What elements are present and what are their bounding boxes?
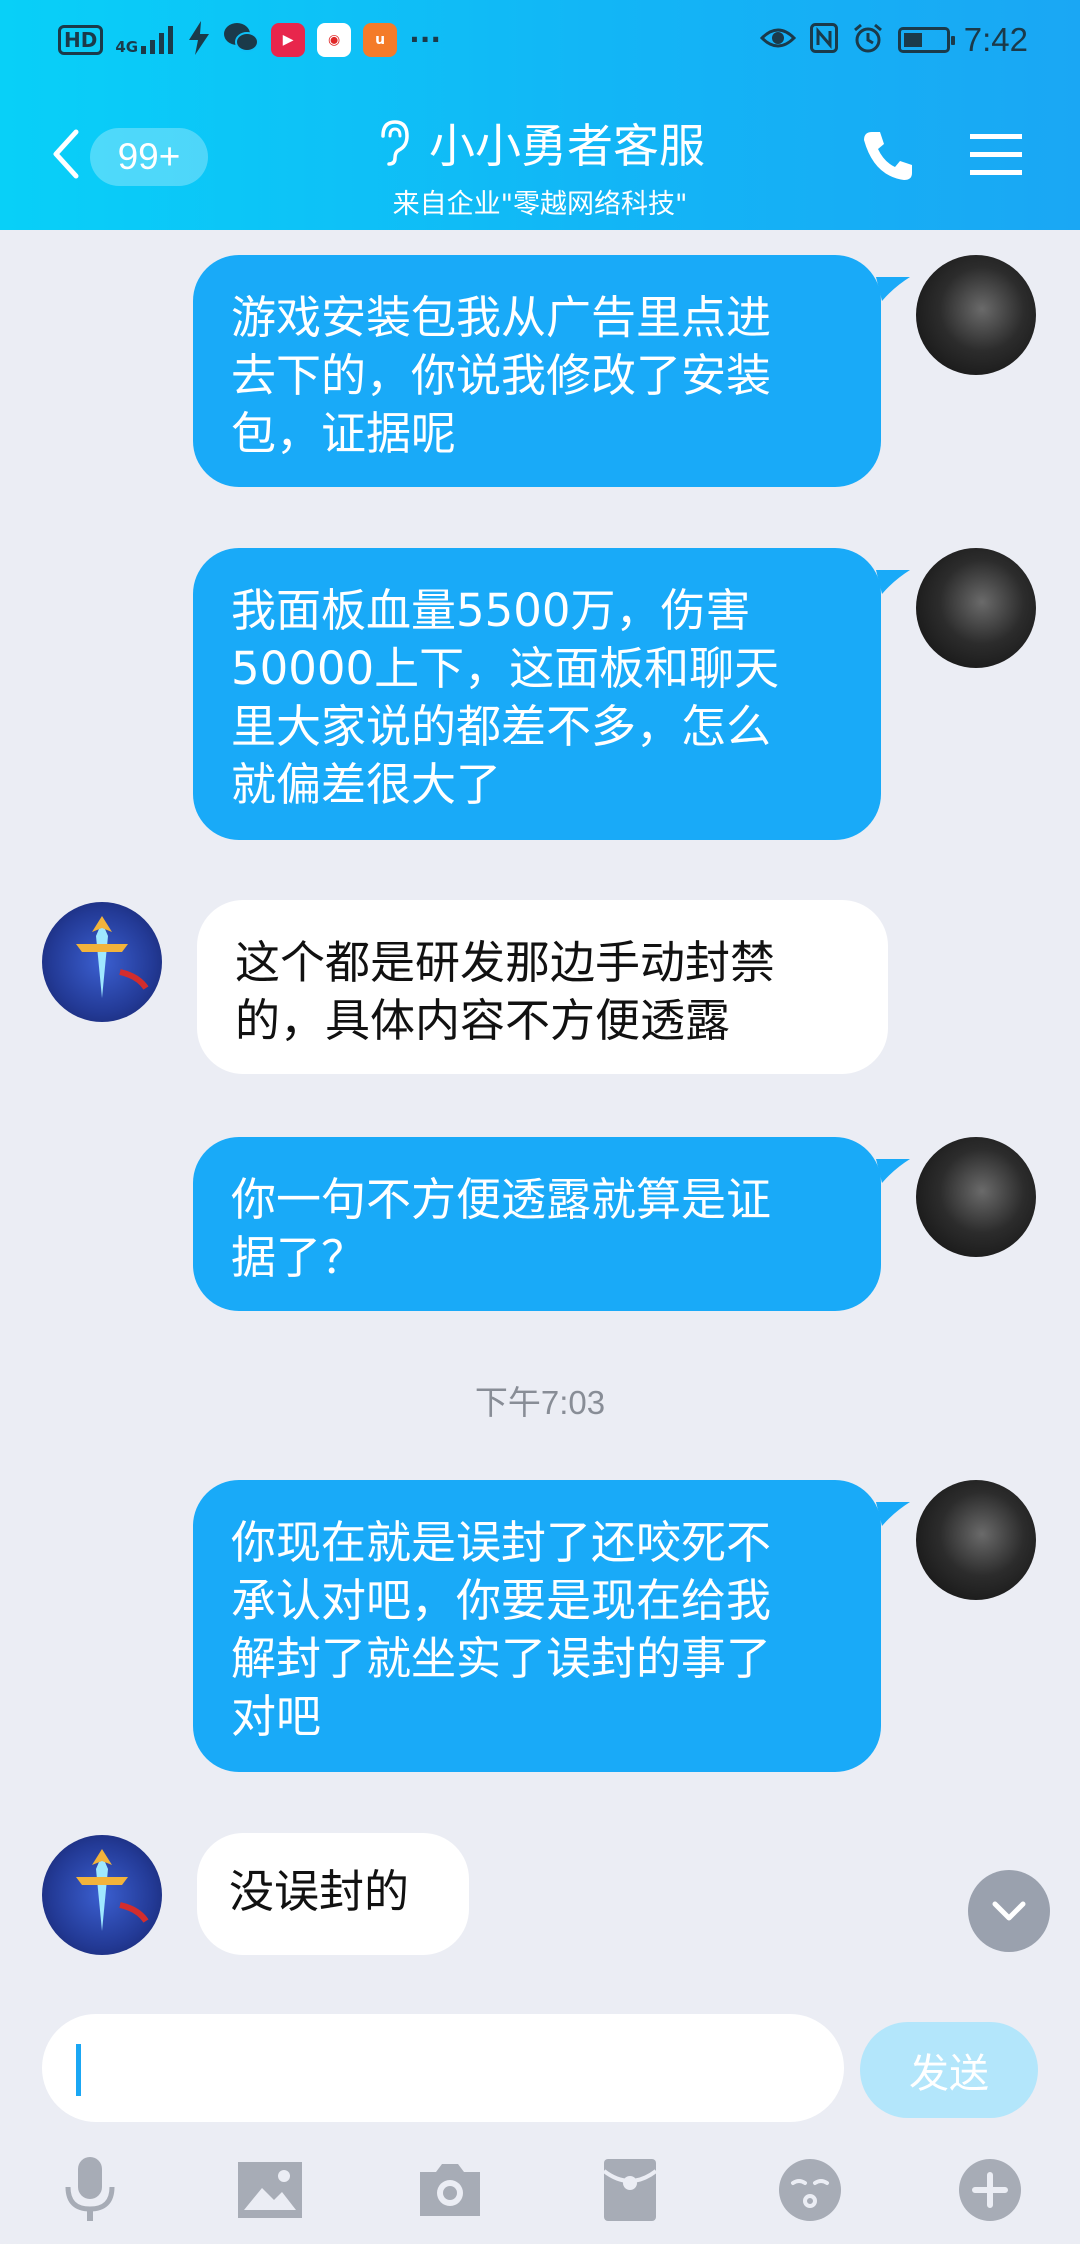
message-line: 我面板血量5500万，伤害 [231,584,751,637]
emoji-button[interactable] [772,2152,848,2228]
plus-circle-icon [959,2159,1021,2221]
red-packet-button[interactable] [592,2152,668,2228]
red-packet-icon [602,2159,658,2221]
input-bar: 发送 [0,2000,1080,2244]
chat-title-block[interactable]: 小小勇者客服 来自企业"零越网络科技" [320,110,760,221]
message-bubble[interactable]: 你一句不方便透露就算是证 据了？ [193,1137,881,1311]
hamburger-menu-icon [970,134,1022,175]
message-bubble[interactable]: 你现在就是误封了还咬死不 承认对吧，你要是现在给我 解封了就坐实了误封的事了 对… [193,1480,881,1772]
nav-bar: 99+ 小小勇者客服 来自企业"零越网络科技" [0,100,1080,220]
message-bubble[interactable]: 我面板血量5500万，伤害 50000上下，这面板和聊天 里大家说的都差不多，怎… [193,548,881,840]
send-button[interactable]: 发送 [860,2022,1038,2118]
message-bubble[interactable]: 没误封的 [197,1833,469,1955]
message-line: 里大家说的都差不多，怎么 [231,700,772,753]
message-line: 的，具体内容不方便透露 [235,994,731,1047]
my-avatar[interactable] [916,255,1036,375]
message-line: 就偏差很大了 [231,758,502,811]
message-line: 你一句不方便透露就算是证 [231,1173,772,1226]
microphone-icon [65,2157,115,2221]
agent-avatar[interactable] [42,902,162,1022]
message-line: 去下的，你说我修改了安装 [231,349,772,402]
call-button[interactable] [858,126,918,186]
message-outgoing: 游戏安装包我从广告里点进 去下的，你说我修改了安装 包，证据呢 [0,255,1080,495]
message-bubble[interactable]: 这个都是研发那边手动封禁 的，具体内容不方便透露 [197,900,888,1074]
battery-icon [897,27,955,53]
message-bubble[interactable]: 游戏安装包我从广告里点进 去下的，你说我修改了安装 包，证据呢 [193,255,881,487]
nfc-icon [809,23,838,57]
signal-icon: 4G [115,26,175,56]
page-subtitle: 来自企业"零越网络科技" [392,189,688,220]
my-avatar[interactable] [916,1137,1036,1257]
page-title: 小小勇者客服 [429,119,705,173]
weibo-app-icon: ◉ [317,23,352,57]
more-button[interactable] [952,2152,1028,2228]
eye-comfort-icon [759,24,796,56]
agent-avatar[interactable] [42,1835,162,1955]
bubble-tail [876,277,910,301]
camera-button[interactable] [412,2152,488,2228]
message-outgoing: 我面板血量5500万，伤害 50000上下，这面板和聊天 里大家说的都差不多，怎… [0,548,1080,848]
hd-badge: HD [58,25,104,55]
network-type: 4G [115,38,139,56]
message-line: 对吧 [231,1690,322,1743]
message-incoming: 没误封的 [0,1833,1080,1963]
message-line: 50000上下，这面板和聊天 [231,642,780,695]
my-avatar[interactable] [916,548,1036,668]
sword-logo-icon [76,1849,149,1931]
wechat-icon [223,22,260,58]
message-timestamp: 下午7:03 [474,1384,606,1421]
message-outgoing: 你一句不方便透露就算是证 据了？ [0,1137,1080,1317]
message-input[interactable] [42,2014,844,2122]
back-button[interactable] [44,124,94,184]
message-line: 解封了就坐实了误封的事了 [231,1632,772,1685]
message-line: 这个都是研发那边手动封禁 [235,936,776,989]
message-line: 包，证据呢 [231,407,457,460]
message-line: 据了？ [231,1231,367,1284]
unread-count-badge[interactable]: 99+ [90,128,208,186]
chevron-left-icon [53,129,79,179]
menu-button[interactable] [968,130,1024,180]
camera-icon [420,2164,480,2216]
clock: 7:42 [963,21,1028,58]
message-line: 游戏安装包我从广告里点进 [231,291,772,344]
emoji-icon [779,2159,841,2221]
text-caret [76,2044,81,2096]
message-outgoing: 你现在就是误封了还咬死不 承认对吧，你要是现在给我 解封了就坐实了误封的事了 对… [0,1480,1080,1780]
bubble-tail [876,570,910,594]
bubble-tail [876,1502,910,1526]
scroll-to-bottom-button[interactable] [968,1870,1050,1952]
more-notifications: ··· [409,23,442,56]
lightning-icon [187,21,211,59]
alarm-icon [852,22,884,58]
chat-header: HD 4G ▶ ◉ u ··· 7:42 99+ 小小勇者客服 来自企业"零越网… [0,0,1080,230]
status-bar: HD 4G ▶ ◉ u ··· 7:42 [0,0,1080,80]
message-line: 没误封的 [229,1865,410,1918]
chevron-down-icon [992,1901,1026,1921]
voice-button[interactable] [52,2152,128,2228]
message-line: 你现在就是误封了还咬死不 [231,1516,772,1569]
input-toolbar [0,2140,1080,2240]
my-avatar[interactable] [916,1480,1036,1600]
bubble-tail [876,1159,910,1183]
image-icon [238,2162,302,2218]
video-app-icon: ▶ [271,23,306,57]
sword-logo-icon [76,916,149,998]
photo-button[interactable] [232,2152,308,2228]
uc-app-icon: u [363,23,398,57]
earpiece-mode-icon [381,120,409,166]
message-line: 承认对吧，你要是现在给我 [231,1574,772,1627]
phone-icon [864,132,912,180]
message-list[interactable]: 游戏安装包我从广告里点进 去下的，你说我修改了安装 包，证据呢 我面板血量550… [0,230,1080,2000]
message-incoming: 这个都是研发那边手动封禁 的，具体内容不方便透露 [0,900,1080,1080]
